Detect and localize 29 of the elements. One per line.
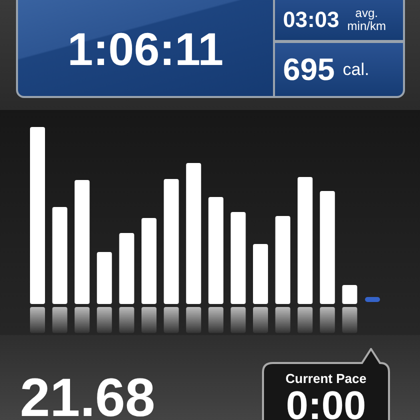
distance-value: 21.68 xyxy=(20,371,156,420)
bar-reflection xyxy=(342,307,358,333)
bar-reflection xyxy=(164,307,179,333)
bar-reflection xyxy=(230,307,246,333)
bar-reflection xyxy=(96,307,112,333)
current-pace-label: Current Pace xyxy=(286,371,366,386)
chart-bar xyxy=(119,233,134,304)
duration-value: 1:06:11 xyxy=(67,22,224,76)
calories-unit: cal. xyxy=(342,60,370,80)
avg-label: avg. xyxy=(355,7,378,20)
bar-reflection xyxy=(119,307,134,333)
bar-reflection xyxy=(253,307,268,333)
bar-reflection xyxy=(275,307,290,333)
avg-pace-value: 03:03 xyxy=(283,7,340,33)
bar-reflection xyxy=(298,307,313,333)
chart-bar xyxy=(96,252,112,304)
bar-reflection xyxy=(30,307,45,333)
bar-reflection xyxy=(320,307,335,333)
chart-bar xyxy=(253,244,268,304)
current-pace-value: 0:00 xyxy=(286,386,366,420)
pace-unit: min/km xyxy=(347,20,386,33)
bar-reflection xyxy=(142,307,156,333)
bar-reflection xyxy=(208,307,224,333)
bar-reflection xyxy=(52,307,68,333)
bar-reflection xyxy=(186,307,202,333)
calories-value: 695 xyxy=(283,52,335,88)
chart-bar xyxy=(342,285,358,304)
bar-reflection xyxy=(74,307,90,333)
current-bar-marker xyxy=(365,297,380,302)
